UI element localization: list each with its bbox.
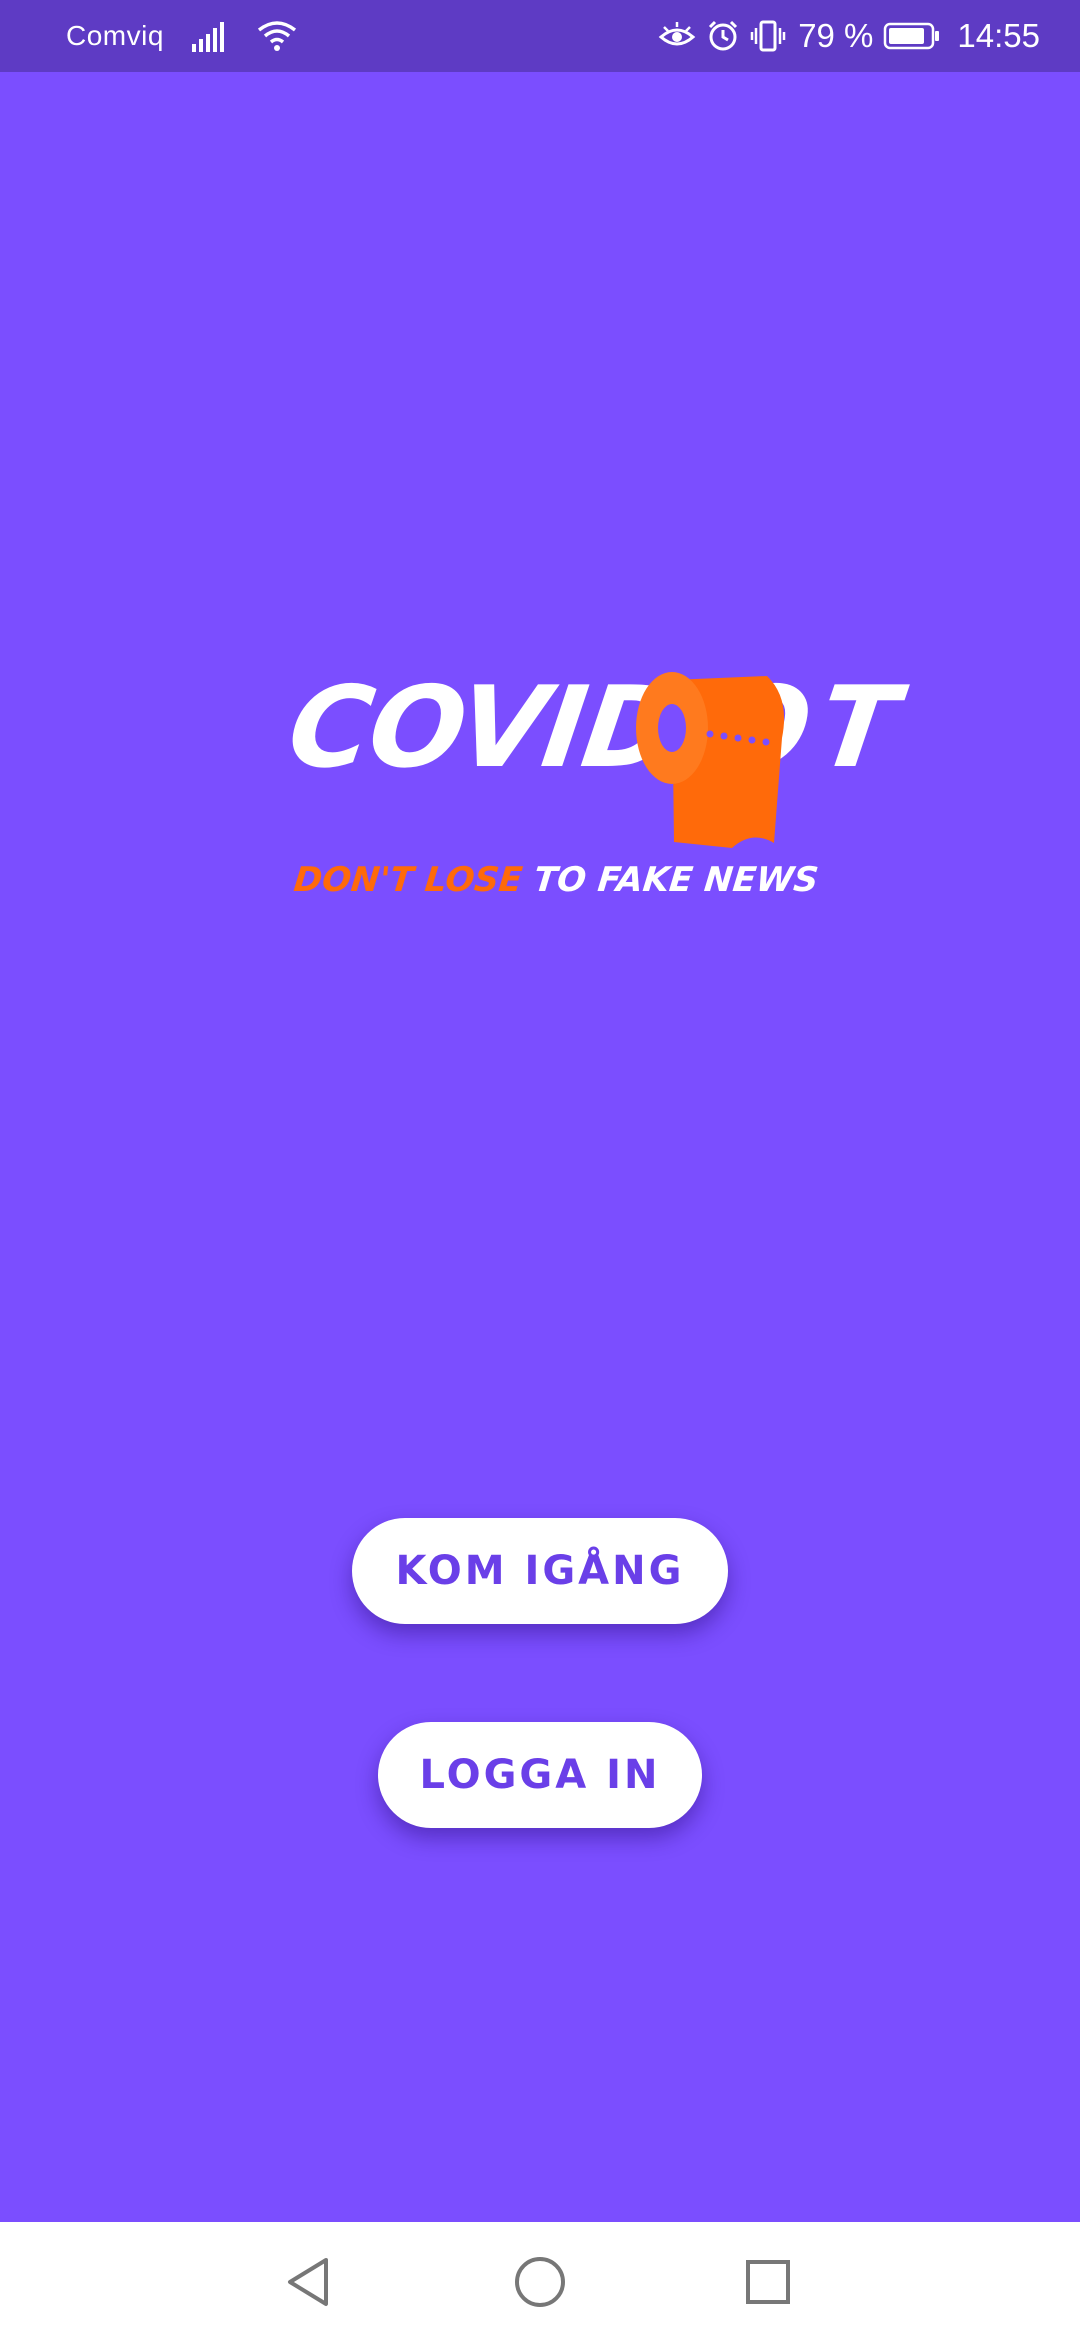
get-started-button[interactable]: KOM IGÅNG — [352, 1518, 728, 1624]
tagline-part2: TO FAKE NEWS — [531, 860, 821, 900]
navigation-bar — [0, 2222, 1080, 2340]
clock: 14:55 — [957, 17, 1040, 54]
login-button[interactable]: LOGGA IN — [378, 1722, 702, 1828]
signal-icon — [190, 20, 230, 52]
toilet-roll-icon — [632, 668, 802, 863]
home-icon[interactable] — [510, 2252, 570, 2312]
battery-icon — [883, 21, 941, 51]
status-right: 79 % 14:55 — [658, 0, 1040, 72]
tagline-part1: DON'T LOSE — [291, 860, 525, 900]
main-screen: COVIDIO T DON'T LOSE TO FAKE NEWS KOM IG… — [0, 72, 1080, 2222]
status-left: Comviq — [66, 0, 298, 72]
battery-percent: 79 % — [798, 17, 874, 54]
carrier-name: Comviq — [66, 20, 164, 51]
alarm-icon — [706, 19, 740, 53]
logo-wordmark-end: T — [810, 663, 906, 793]
back-icon[interactable] — [280, 2252, 340, 2312]
recents-icon[interactable] — [738, 2252, 798, 2312]
status-bar: Comviq 79 % 14:55 — [0, 0, 1080, 72]
logo-tagline: DON'T LOSE TO FAKE NEWS — [292, 860, 820, 900]
eye-icon — [658, 21, 696, 51]
wifi-icon — [256, 19, 298, 53]
vibrate-icon — [750, 19, 786, 53]
app-logo: COVIDIO T DON'T LOSE TO FAKE NEWS — [280, 663, 906, 972]
